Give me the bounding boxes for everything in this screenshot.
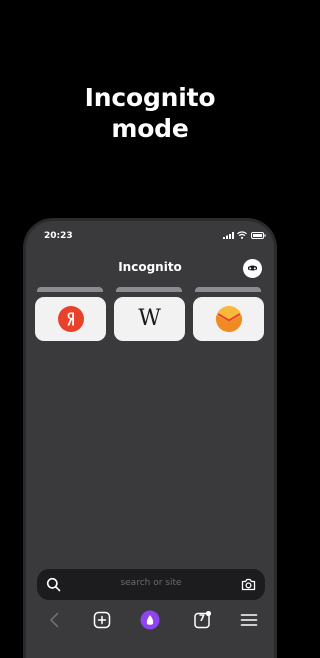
- back-arrow-icon[interactable]: [44, 609, 66, 631]
- yandex-logo-icon: [57, 306, 84, 332]
- alice-assistant-icon[interactable]: [139, 609, 161, 631]
- wikipedia-logo-icon: W: [138, 306, 161, 331]
- incognito-mask-icon[interactable]: [243, 259, 262, 278]
- promo-headline-line-1: Incognito: [84, 83, 216, 112]
- camera-search-icon[interactable]: [240, 576, 257, 593]
- tabs-count: 7: [198, 614, 206, 624]
- menu-hamburger-icon[interactable]: [238, 609, 260, 631]
- tab-stack-indicator: [37, 287, 103, 292]
- tab-stack-indicator: [195, 287, 261, 292]
- speed-dial-tile-wikipedia[interactable]: W: [114, 297, 185, 341]
- tabs-counter-button[interactable]: 7: [191, 609, 213, 631]
- search-input-placeholder[interactable]: search or site: [37, 578, 265, 588]
- bottom-toolbar: 7: [26, 609, 274, 635]
- phone-mockup: 20:23 Incognito W search or site 7: [23, 218, 277, 658]
- promo-headline-line-2: mode: [111, 114, 189, 143]
- page-title: Incognito: [118, 260, 182, 274]
- search-bar[interactable]: search or site: [37, 569, 265, 600]
- tab-stack-indicator: [116, 287, 182, 292]
- status-bar: 20:23: [26, 221, 274, 251]
- status-time: 20:23: [44, 231, 73, 241]
- promo-headline: Incognito mode: [0, 82, 300, 144]
- yandex-mail-logo-icon: [215, 306, 242, 332]
- new-tab-plus-icon[interactable]: [91, 609, 113, 631]
- cellular-signal-icon: [223, 232, 234, 239]
- speed-dial-tile-yandex-mail[interactable]: [193, 297, 264, 341]
- battery-icon: [251, 232, 266, 239]
- speed-dial-tile-yandex[interactable]: [35, 297, 106, 341]
- wifi-icon: [237, 231, 247, 239]
